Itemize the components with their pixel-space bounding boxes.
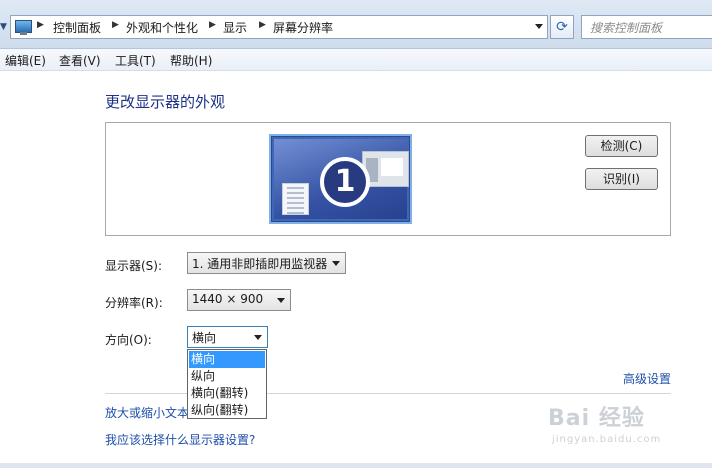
orientation-option-landscape-flipped[interactable]: 横向(翻转) [189,385,265,402]
watermark-url: jingyan.baidu.com [552,434,662,445]
monitor-1-thumbnail[interactable]: 1 [269,134,412,224]
detect-button[interactable]: 检测(C) [585,135,658,157]
orientation-select-value: 横向 [192,331,217,345]
desktop-wallpaper: 1 [274,139,409,219]
resolution-select[interactable]: 1440 × 900 [187,289,291,311]
menu-tools[interactable]: 工具(T) [115,52,156,69]
recent-pages-arrow-icon[interactable]: ▼ [0,23,8,32]
resolution-label: 分辨率(R): [105,296,163,310]
control-panel-icon [15,20,32,35]
address-bar[interactable]: ▶ 控制面板 ▶ 外观和个性化 ▶ 显示 ▶ 屏幕分辨率 [10,15,548,39]
display-settings-help-link[interactable]: 我应该选择什么显示器设置? [105,431,255,448]
display-label: 显示器(S): [105,259,163,273]
breadcrumb-chevron-icon[interactable]: ▶ [112,20,119,30]
display-preview-panel: 1 检测(C) 识别(I) [105,122,671,236]
breadcrumb-display[interactable]: 显示 [223,19,247,36]
orientation-dropdown-list: 横向 纵向 横向(翻转) 纵向(翻转) [187,349,267,419]
display-select[interactable]: 1. 通用非即插即用监视器 [187,252,346,274]
watermark-brand: Bai 经验 [548,406,645,431]
breadcrumb-chevron-icon[interactable]: ▶ [259,20,266,30]
text-size-link[interactable]: 放大或缩小文本 [105,404,189,421]
advanced-settings-link[interactable]: 高级设置 [623,370,671,387]
breadcrumb-screen-resolution[interactable]: 屏幕分辨率 [273,19,333,36]
breadcrumb-appearance[interactable]: 外观和个性化 [126,19,198,36]
display-select-value: 1. 通用非即插即用监视器 [192,257,328,271]
menu-help[interactable]: 帮助(H) [170,52,212,69]
page-title: 更改显示器的外观 [105,93,226,111]
refresh-button[interactable]: ⟳ [550,15,574,39]
address-toolbar: ▼ ▶ 控制面板 ▶ 外观和个性化 ▶ 显示 ▶ 屏幕分辨率 ⟳ 搜索控制面板 [0,0,712,49]
address-history-dropdown-icon[interactable] [535,24,543,29]
monitor-number-badge: 1 [320,157,370,207]
breadcrumb-control-panel[interactable]: 控制面板 [53,19,101,36]
chevron-down-icon [332,261,340,266]
menu-view[interactable]: 查看(V) [59,52,101,69]
resolution-select-value: 1440 × 900 [192,292,264,306]
orientation-option-portrait-flipped[interactable]: 纵向(翻转) [189,402,265,419]
orientation-option-landscape[interactable]: 横向 [189,351,265,368]
orientation-option-portrait[interactable]: 纵向 [189,368,265,385]
breadcrumb-chevron-icon[interactable]: ▶ [209,20,216,30]
orientation-label: 方向(O): [105,333,152,347]
chevron-down-icon [254,335,262,340]
baidu-jingyan-watermark: Bai 经验 jingyan.baidu.com [548,392,698,452]
refresh-icon: ⟳ [556,19,568,35]
orientation-select[interactable]: 横向 [187,326,268,348]
chevron-down-icon [277,298,285,303]
window-thumbnail-small [282,183,309,215]
menu-bar: 编辑(E) 查看(V) 工具(T) 帮助(H) [0,49,712,71]
search-input[interactable]: 搜索控制面板 [581,15,712,39]
breadcrumb-chevron-icon[interactable]: ▶ [37,20,44,30]
menu-edit[interactable]: 编辑(E) [5,52,46,69]
identify-button[interactable]: 识别(I) [585,168,658,190]
window-bottom-edge [0,463,712,468]
